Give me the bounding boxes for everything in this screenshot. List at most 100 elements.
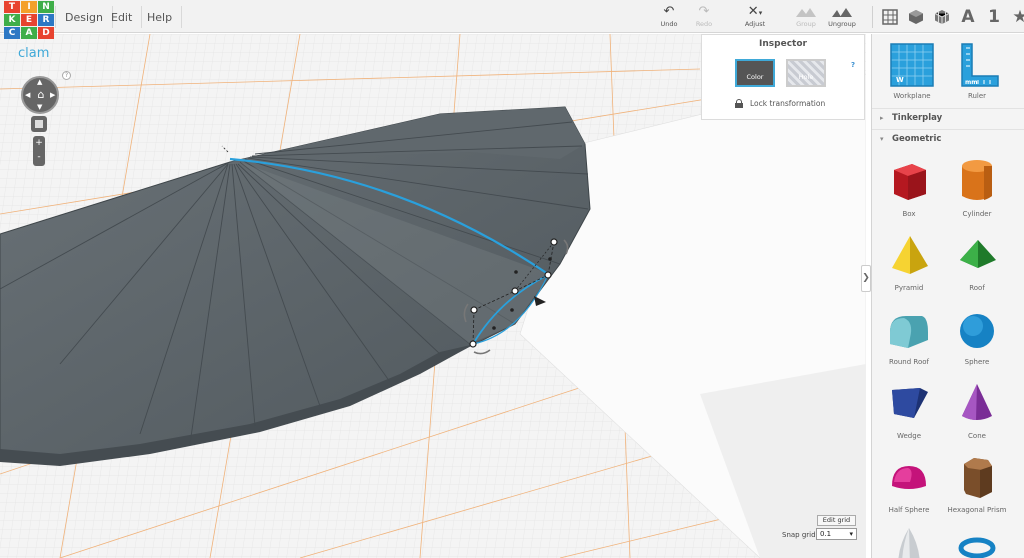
text-tool-icon[interactable]: A <box>955 0 981 33</box>
half-sphere-icon <box>892 466 926 489</box>
wedge-icon <box>892 388 928 418</box>
hexagonal-prism-icon <box>964 458 992 498</box>
adjust-button[interactable]: ✕▾ Adjust <box>735 3 775 31</box>
view-cube-icon[interactable] <box>31 116 47 132</box>
tinkercad-logo[interactable]: T I N K E R C A D <box>4 1 54 39</box>
ungroup-label: Ungroup <box>828 20 856 28</box>
cone-icon <box>962 384 992 420</box>
svg-text:mm: mm <box>965 79 978 86</box>
roof-icon <box>960 240 996 268</box>
section-tinkerplay[interactable]: Tinkerplay <box>872 108 1024 128</box>
logo-letter: I <box>21 1 37 13</box>
logo-letter: A <box>21 27 37 39</box>
section-geometric[interactable]: Geometric <box>872 129 1024 149</box>
box-icon <box>894 164 926 200</box>
logo-letter: C <box>4 27 20 39</box>
panel-collapse-tab[interactable]: ❯ <box>861 265 871 292</box>
ruler-icon: mm <box>961 43 999 87</box>
logo-letter: T <box>4 1 20 13</box>
cube-view-icon[interactable] <box>903 0 929 33</box>
orbit-down-icon[interactable]: ▼ <box>37 104 42 111</box>
orbit-left-icon[interactable]: ◀ <box>25 92 30 99</box>
shape-torus[interactable] <box>942 526 1012 558</box>
lock-icon <box>735 99 743 108</box>
help-icon[interactable]: ? <box>62 71 71 80</box>
shape-cone[interactable]: Cone <box>942 378 1012 440</box>
shape-wedge[interactable]: Wedge <box>874 378 944 440</box>
snap-grid-value: 0.1 <box>820 530 832 538</box>
wireframe-view-icon[interactable] <box>929 0 955 33</box>
hole-label: Hole <box>798 73 814 81</box>
sphere-label: Sphere <box>964 358 990 366</box>
redo-icon: ↷ <box>698 4 710 19</box>
snap-grid-select[interactable]: 0.1 <box>816 528 857 540</box>
inspector-panel: Inspector ? Color Hole Lock transformati… <box>701 34 865 120</box>
cylinder-label: Cylinder <box>962 210 992 218</box>
paraboloid-icon <box>898 528 920 558</box>
view-toolbar: A 1 ★ <box>872 0 1024 33</box>
menu-edit[interactable]: Edit <box>102 6 143 28</box>
undo-label: Undo <box>660 20 678 28</box>
design-title[interactable]: clam <box>18 46 49 61</box>
workplane-canvas[interactable]: clam ? ▲ ▼ ◀ ▶ ⌂ + - Inspector ? Color H… <box>0 34 866 558</box>
shape-hexagonal-prism[interactable]: Hexagonal Prism <box>942 452 1012 514</box>
orbit-right-icon[interactable]: ▶ <box>50 92 55 99</box>
undo-icon: ↶ <box>663 4 675 19</box>
adjust-label: Adjust <box>744 20 766 28</box>
box-label: Box <box>902 210 916 218</box>
half-sphere-label: Half Sphere <box>888 506 930 514</box>
zoom-control: + - <box>33 136 45 166</box>
color-button[interactable]: Color <box>735 59 775 87</box>
wedge-label: Wedge <box>896 432 921 440</box>
hole-button[interactable]: Hole <box>786 59 826 87</box>
cone-label: Cone <box>968 432 986 440</box>
top-bar: T I N K E R C A D Design Edit Help ↶ Und… <box>0 0 1024 39</box>
redo-button[interactable]: ↷ Redo <box>684 3 724 31</box>
group-button[interactable]: Group <box>786 3 826 31</box>
grid-view-icon[interactable] <box>877 0 903 33</box>
shape-cylinder[interactable]: Cylinder <box>942 156 1012 218</box>
shape-half-sphere[interactable]: Half Sphere <box>874 452 944 514</box>
hexagonal-prism-label: Hexagonal Prism <box>947 506 1007 514</box>
shapes-panel: W Workplane mm Ruler Tinkerplay Geometri… <box>871 34 1024 558</box>
inspector-title: Inspector <box>759 39 807 49</box>
cylinder-icon <box>962 160 992 200</box>
undo-button[interactable]: ↶ Undo <box>649 3 689 31</box>
workplane-item[interactable]: W Workplane <box>877 42 947 100</box>
shape-roof[interactable]: Roof <box>942 230 1012 292</box>
round-roof-icon <box>890 316 928 348</box>
inspector-help-icon[interactable]: ? <box>851 61 855 69</box>
shape-round-roof[interactable]: Round Roof <box>874 304 944 366</box>
zoom-out-button[interactable]: - <box>33 150 45 164</box>
torus-icon <box>958 537 996 558</box>
svg-text:W: W <box>896 76 904 84</box>
shape-pyramid[interactable]: Pyramid <box>874 230 944 292</box>
pyramid-label: Pyramid <box>894 284 924 292</box>
orbit-up-icon[interactable]: ▲ <box>37 79 42 86</box>
adjust-icon: ✕▾ <box>747 4 763 19</box>
home-view-icon[interactable]: ⌂ <box>35 89 47 101</box>
logo-letter: D <box>38 27 54 39</box>
star-icon[interactable]: ★ <box>1007 0 1024 33</box>
logo-letter: E <box>21 14 37 26</box>
shape-sphere[interactable]: Sphere <box>942 304 1012 366</box>
shape-box[interactable]: Box <box>874 156 944 218</box>
color-label: Color <box>746 73 764 81</box>
sphere-icon <box>960 314 994 348</box>
shape-paraboloid[interactable] <box>874 526 944 558</box>
number-tool-icon[interactable]: 1 <box>981 0 1007 33</box>
divider <box>872 5 873 28</box>
zoom-in-button[interactable]: + <box>33 136 45 150</box>
redo-label: Redo <box>695 20 713 28</box>
lock-label: Lock transformation <box>750 99 826 108</box>
logo-letter: N <box>38 1 54 13</box>
orbit-control[interactable]: ▲ ▼ ◀ ▶ ⌂ <box>21 76 59 114</box>
group-icon <box>786 3 826 20</box>
lock-transformation[interactable]: Lock transformation <box>735 99 825 108</box>
menu-help[interactable]: Help <box>138 6 183 28</box>
workplane-label: Workplane <box>893 92 931 100</box>
ruler-label: Ruler <box>967 92 987 100</box>
ungroup-button[interactable]: Ungroup <box>822 3 862 31</box>
ruler-item[interactable]: mm Ruler <box>942 42 1012 100</box>
edit-grid-button[interactable]: Edit grid <box>817 515 856 526</box>
